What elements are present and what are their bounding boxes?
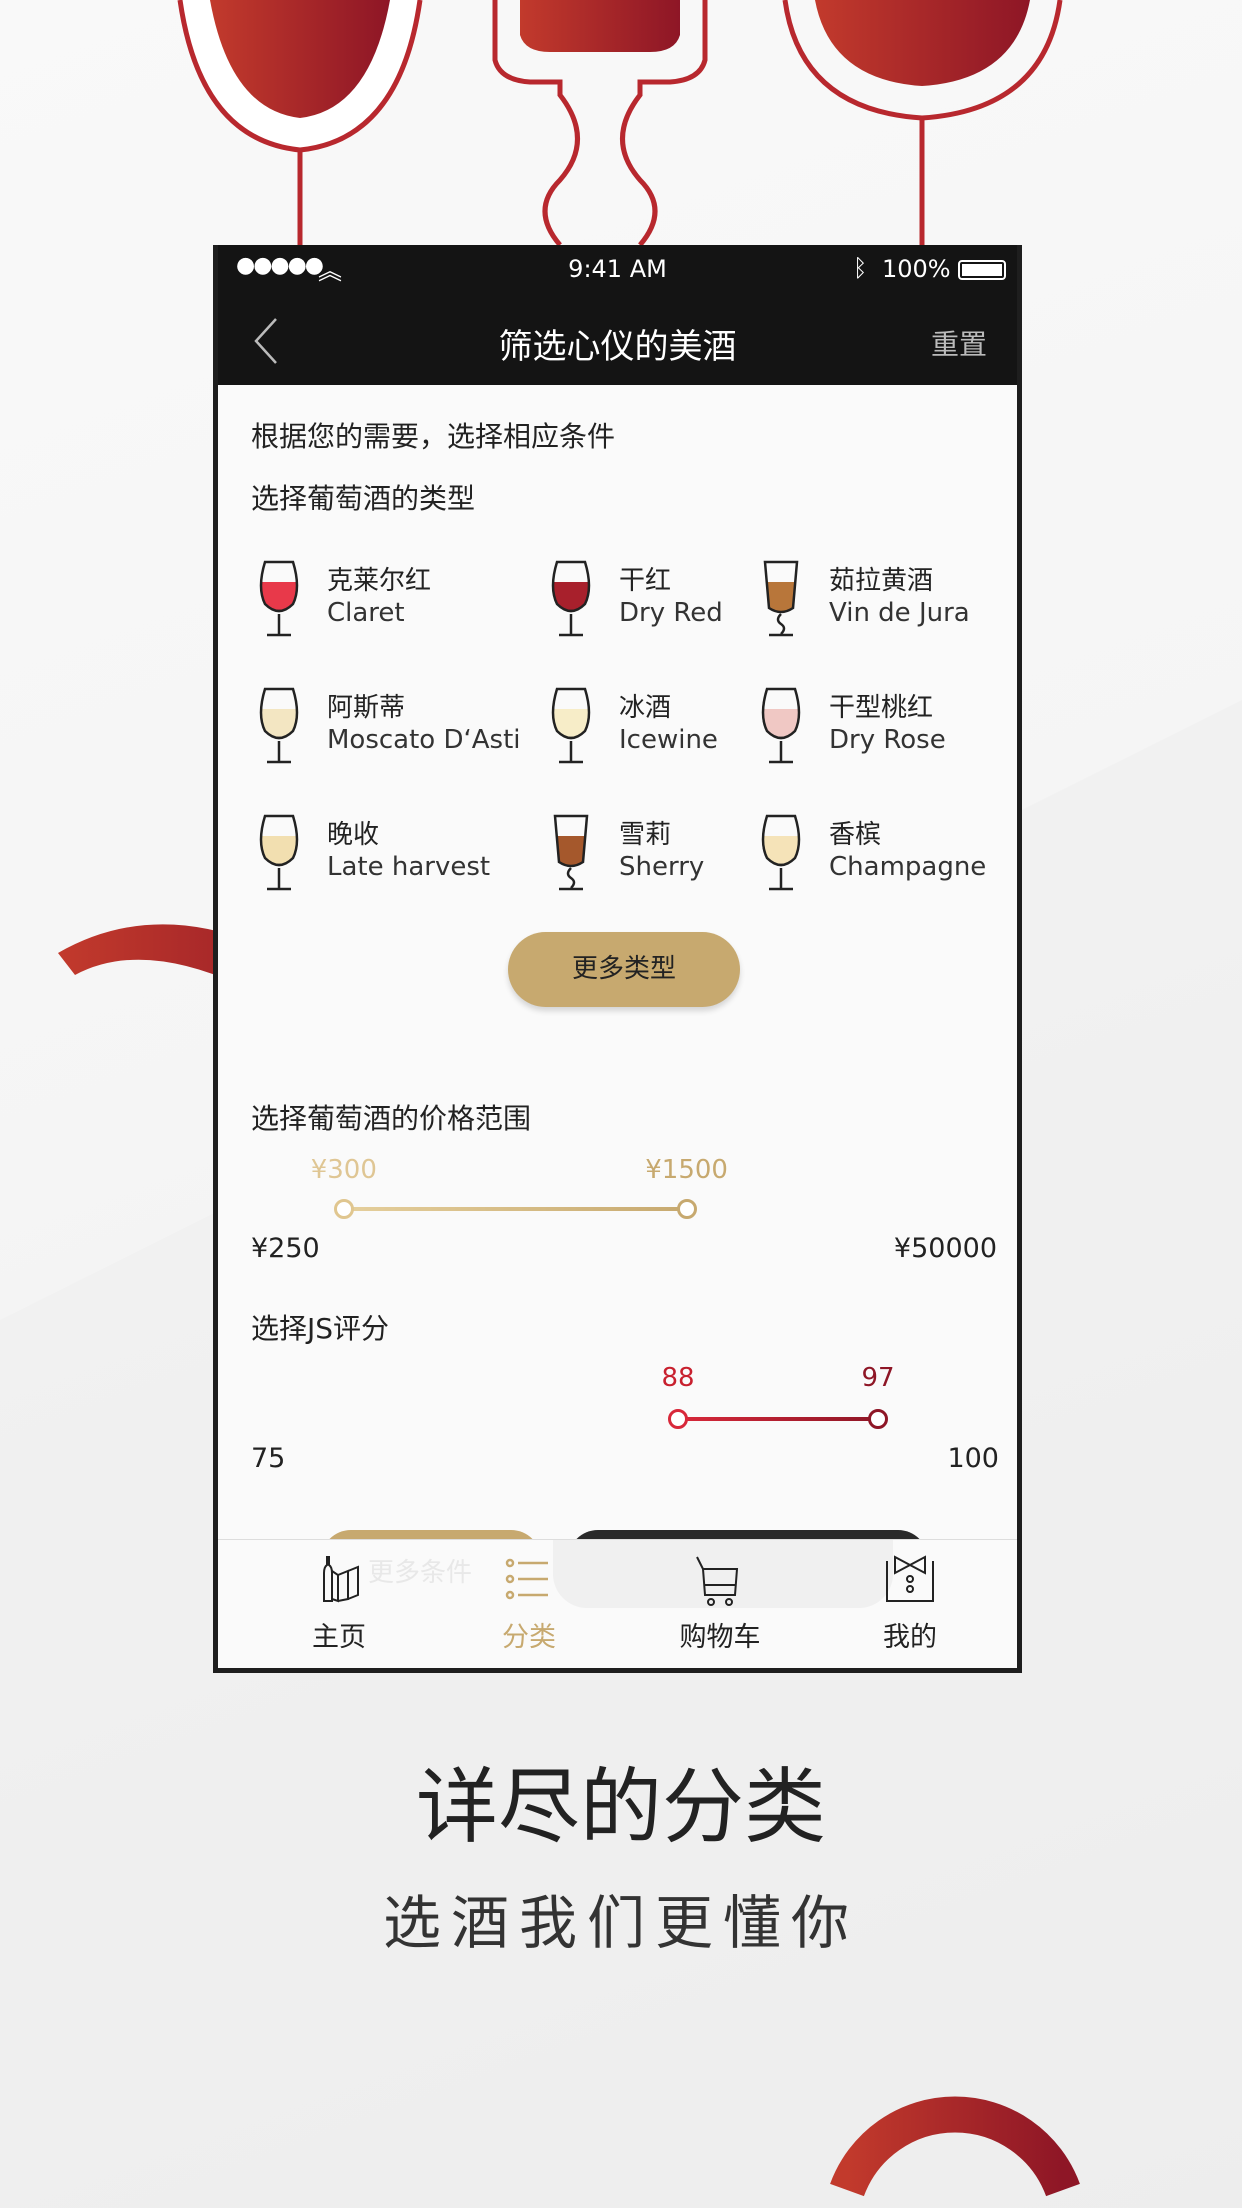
wine-type-cn: 克莱尔红 xyxy=(327,566,432,596)
tab-label: 主页 xyxy=(312,1622,366,1653)
battery-text: 100% xyxy=(882,255,951,283)
wine-type-item[interactable]: 克莱尔红 Claret xyxy=(259,560,571,650)
wine-type-en: Dry Red xyxy=(619,598,723,628)
wine-type-en: Late harvest xyxy=(327,852,491,882)
wine-type-en: Claret xyxy=(327,598,405,628)
tab-label: 购物车 xyxy=(679,1622,761,1653)
reset-button[interactable]: 重置 xyxy=(931,323,987,363)
wine-type-en: Vin de Jura xyxy=(829,598,970,628)
tab-label: 我的 xyxy=(883,1622,937,1653)
wine-type-cn: 香槟 xyxy=(829,820,882,850)
score-section-title: 选择JS评分 xyxy=(251,1312,390,1345)
wine-type-cn: 干红 xyxy=(619,566,672,596)
wine-glass-icon xyxy=(551,560,591,637)
price-min-label: ¥250 xyxy=(251,1233,320,1264)
wine-type-item[interactable]: 干型桃红 Dry Rose xyxy=(761,687,1017,777)
tab-home[interactable]: 主页 xyxy=(264,1540,414,1668)
cart-icon xyxy=(696,1556,739,1606)
score-slider-low-handle[interactable] xyxy=(668,1409,688,1429)
wine-glass-icon xyxy=(259,687,299,764)
wine-type-cn: 冰酒 xyxy=(619,693,672,723)
status-bar: ●●●●● ︽ 9:41 AM ᛒ 100% xyxy=(218,245,1017,295)
phone-screen: ●●●●● ︽ 9:41 AM ᛒ 100% 筛选心仪的美酒 重置 根据您的需要… xyxy=(213,245,1022,1673)
wine-type-en: Champagne xyxy=(829,852,987,882)
wine-glass-icon xyxy=(763,560,799,637)
type-section-title: 选择葡萄酒的类型 xyxy=(251,482,476,515)
nav-bar: 筛选心仪的美酒 重置 xyxy=(218,295,1017,385)
price-slider-low-handle[interactable] xyxy=(333,1199,354,1219)
wine-type-en: Dry Rose xyxy=(829,725,946,755)
intro-text: 根据您的需要，选择相应条件 xyxy=(251,420,616,453)
price-high-value: ¥1500 xyxy=(645,1155,728,1185)
tab-category[interactable]: 分类 xyxy=(454,1540,604,1668)
price-max-label: ¥50000 xyxy=(893,1233,997,1264)
wine-type-cn: 干型桃红 xyxy=(829,693,934,723)
price-section-title: 选择葡萄酒的价格范围 xyxy=(251,1102,532,1135)
wine-glass-icon xyxy=(761,687,801,764)
wine-type-item[interactable]: 阿斯蒂 Moscato D‘Asti xyxy=(259,687,571,777)
wine-type-en: Icewine xyxy=(619,725,718,755)
tab-mine[interactable]: 我的 xyxy=(835,1540,985,1668)
price-low-value: ¥300 xyxy=(310,1155,377,1185)
score-slider-track[interactable] xyxy=(678,1417,878,1421)
wine-glass-icon xyxy=(553,814,589,891)
page-title: 筛选心仪的美酒 xyxy=(498,327,737,367)
wine-type-item[interactable]: 香槟 Champagne xyxy=(761,814,1017,904)
score-slider-high-handle[interactable] xyxy=(868,1409,888,1429)
tuxedo-icon xyxy=(886,1555,934,1602)
more-types-button[interactable]: 更多类型 xyxy=(508,932,740,1007)
wine-type-cn: 雪莉 xyxy=(619,820,672,850)
price-slider-track[interactable] xyxy=(343,1207,687,1211)
battery-icon xyxy=(958,260,1006,280)
wine-type-cn: 阿斯蒂 xyxy=(327,693,406,723)
tab-cart[interactable]: 购物车 xyxy=(645,1540,795,1668)
headline: 详尽的分类 xyxy=(415,1760,826,1855)
list-icon xyxy=(505,1558,548,1600)
wine-type-item[interactable]: 晚收 Late harvest xyxy=(259,814,571,904)
wine-type-en: Moscato D‘Asti xyxy=(327,725,521,755)
wine-type-cn: 晚收 xyxy=(327,820,380,850)
wine-type-cn: 茹拉黄酒 xyxy=(829,566,934,596)
wine-type-item[interactable]: 茹拉黄酒 Vin de Jura xyxy=(763,560,1017,650)
bluetooth-icon: ᛒ xyxy=(853,254,868,282)
wine-glass-icon xyxy=(551,687,591,764)
score-high-value: 97 xyxy=(861,1363,895,1393)
score-min-label: 75 xyxy=(251,1443,286,1474)
wine-glass-icon xyxy=(259,560,299,637)
score-low-value: 88 xyxy=(661,1363,695,1393)
tab-label: 分类 xyxy=(502,1622,556,1653)
price-slider-high-handle[interactable] xyxy=(676,1199,697,1219)
subheadline: 选酒我们更懂你 xyxy=(382,1889,859,1957)
wine-glass-icon xyxy=(259,814,299,891)
score-max-label: 100 xyxy=(947,1443,999,1474)
wine-type-en: Sherry xyxy=(619,852,705,882)
wine-menu-icon xyxy=(323,1556,359,1603)
wine-glass-icon xyxy=(761,814,801,891)
wine-glass-decoration xyxy=(177,0,1063,247)
tab-bar: 更多条件 主页 分类 购物车 我的 xyxy=(218,1539,1017,1668)
